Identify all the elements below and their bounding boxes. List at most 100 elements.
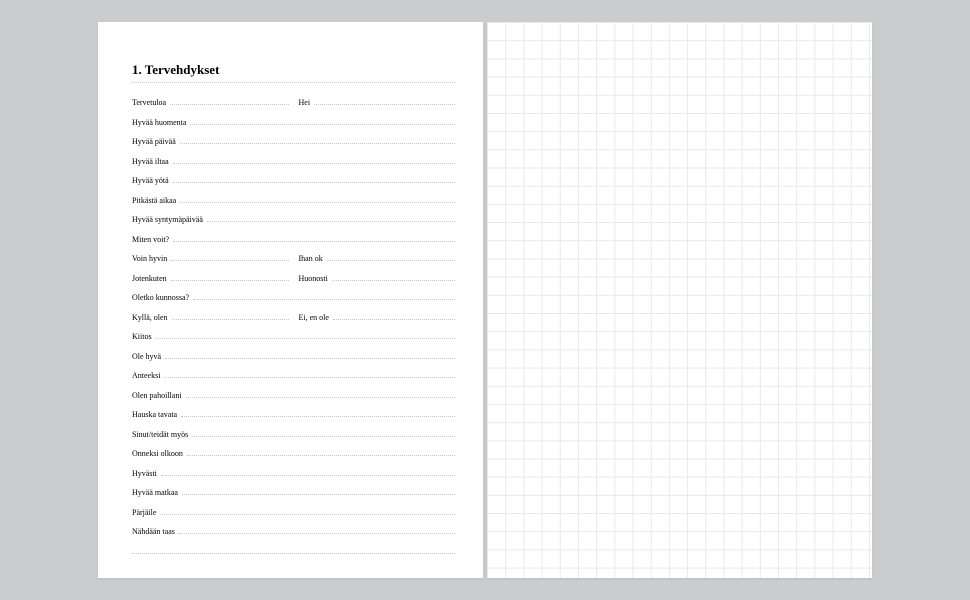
fill-line [171, 273, 289, 281]
fill-line [186, 390, 455, 398]
vocab-row: Nähdään taas [132, 526, 455, 546]
vocab-cell: Hyvää päivää [132, 136, 455, 146]
vocab-label: Miten voit? [132, 235, 173, 244]
vocab-label: Hyvää päivää [132, 137, 180, 146]
vocab-label: Pärjäile [132, 508, 160, 517]
vocab-label: Hyvästi [132, 469, 161, 478]
title-underline [132, 82, 455, 83]
fill-line [173, 156, 455, 164]
vocab-cell: Kiitos [132, 331, 455, 341]
vocab-cell: Miten voit? [132, 234, 455, 244]
vocab-row: Voin hyvin Ihan ok [132, 253, 455, 273]
vocab-cell: Hauska tavata [132, 409, 455, 419]
vocab-row: Tervetuloa Hei [132, 97, 455, 117]
vocab-rows: Tervetuloa Hei Hyvää huomenta Hyvää päivää H… [132, 97, 455, 565]
vocab-cell: Hyvästi [132, 468, 455, 478]
vocab-cell: Ihan ok [299, 253, 456, 263]
vocab-cell: Hyvää syntymäpäivää [132, 214, 455, 224]
fill-line [327, 253, 455, 261]
fill-line [190, 117, 455, 125]
vocab-row [132, 546, 455, 566]
vocab-cell: Oletko kunnossa? [132, 292, 455, 302]
vocab-row: Kiitos [132, 331, 455, 351]
fill-line [161, 468, 455, 476]
vocab-row: Pärjäile [132, 507, 455, 527]
fill-line [333, 312, 455, 320]
vocab-row: Sinut/teidät myös [132, 429, 455, 449]
vocab-cell: Onneksi olkoon [132, 448, 455, 458]
vocab-label: Onneksi olkoon [132, 449, 187, 458]
vocab-cell: Olen pahoillani [132, 390, 455, 400]
vocab-row: Hyvää huomenta [132, 117, 455, 137]
fill-line [160, 507, 455, 515]
vocab-row: Hyvää päivää [132, 136, 455, 156]
vocab-cell: Voin hyvin [132, 253, 289, 263]
fill-line [179, 526, 455, 534]
vocab-row: Hyvää matkaa [132, 487, 455, 507]
vocab-cell: Pärjäile [132, 507, 455, 517]
vocab-label: Hei [299, 98, 315, 107]
vocab-label: Sinut/teidät myös [132, 430, 192, 439]
vocab-row: Onneksi olkoon [132, 448, 455, 468]
vocab-label: Hyvää matkaa [132, 488, 182, 497]
fill-line [172, 312, 289, 320]
fill-line [173, 234, 455, 242]
right-page-grid [487, 22, 872, 578]
vocab-row: Miten voit? [132, 234, 455, 254]
vocab-label: Hyvää yötä [132, 176, 173, 185]
vocab-cell: Ole hyvä [132, 351, 455, 361]
fill-line [180, 195, 455, 203]
vocab-label: Tervetuloa [132, 98, 170, 107]
vocab-row: Jotenkuten Huonosti [132, 273, 455, 293]
vocab-cell: Hei [299, 97, 456, 107]
vocab-cell: Hyvää huomenta [132, 117, 455, 127]
vocab-cell: Pitkästä aikaa [132, 195, 455, 205]
vocab-row: Hyvää yötä [132, 175, 455, 195]
vocab-row: Hyvää syntymäpäivää [132, 214, 455, 234]
vocab-label: Nähdään taas [132, 527, 179, 536]
vocab-label: Pitkästä aikaa [132, 196, 180, 205]
vocab-label: Huonosti [299, 274, 332, 283]
vocab-row: Hauska tavata [132, 409, 455, 429]
vocab-label: Hyvää syntymäpäivää [132, 215, 207, 224]
fill-line [193, 292, 455, 300]
vocab-row: Oletko kunnossa? [132, 292, 455, 312]
vocab-label: Oletko kunnossa? [132, 293, 193, 302]
fill-line [171, 253, 288, 261]
fill-line [156, 331, 455, 339]
fill-line [192, 429, 455, 437]
fill-line [332, 273, 455, 281]
vocab-row: Hyvää iltaa [132, 156, 455, 176]
vocab-row: Kyllä, olen Ei, en ole [132, 312, 455, 332]
vocab-label: Hyvää huomenta [132, 118, 190, 127]
vocab-label: Voin hyvin [132, 254, 171, 263]
fill-line [182, 487, 455, 495]
vocab-cell: Anteeksi [132, 370, 455, 380]
section-title: 1. Tervehdykset [132, 62, 455, 78]
vocab-cell: Kyllä, olen [132, 312, 289, 322]
vocab-cell: Jotenkuten [132, 273, 289, 283]
vocab-label: Hyvää iltaa [132, 157, 173, 166]
vocab-label: Kiitos [132, 332, 156, 341]
fill-line [187, 448, 455, 456]
page-spread: 1. Tervehdykset Tervetuloa Hei Hyvää huome… [98, 22, 872, 578]
vocab-label: Kyllä, olen [132, 313, 172, 322]
fill-line [132, 546, 455, 554]
vocab-cell: Hyvää matkaa [132, 487, 455, 497]
vocab-row: Ole hyvä [132, 351, 455, 371]
vocab-cell: Tervetuloa [132, 97, 289, 107]
left-page: 1. Tervehdykset Tervetuloa Hei Hyvää huome… [98, 22, 483, 578]
vocab-label: Ei, en ole [299, 313, 333, 322]
fill-line [165, 351, 455, 359]
vocab-row: Hyvästi [132, 468, 455, 488]
vocab-row: Olen pahoillani [132, 390, 455, 410]
vocab-cell: Hyvää iltaa [132, 156, 455, 166]
vocab-label: Anteeksi [132, 371, 164, 380]
vocab-label: Ihan ok [299, 254, 327, 263]
vocab-cell: Sinut/teidät myös [132, 429, 455, 439]
fill-line [170, 97, 288, 105]
fill-line [164, 370, 455, 378]
vocab-row: Anteeksi [132, 370, 455, 390]
vocab-cell: Huonosti [299, 273, 456, 283]
vocab-label: Ole hyvä [132, 352, 165, 361]
